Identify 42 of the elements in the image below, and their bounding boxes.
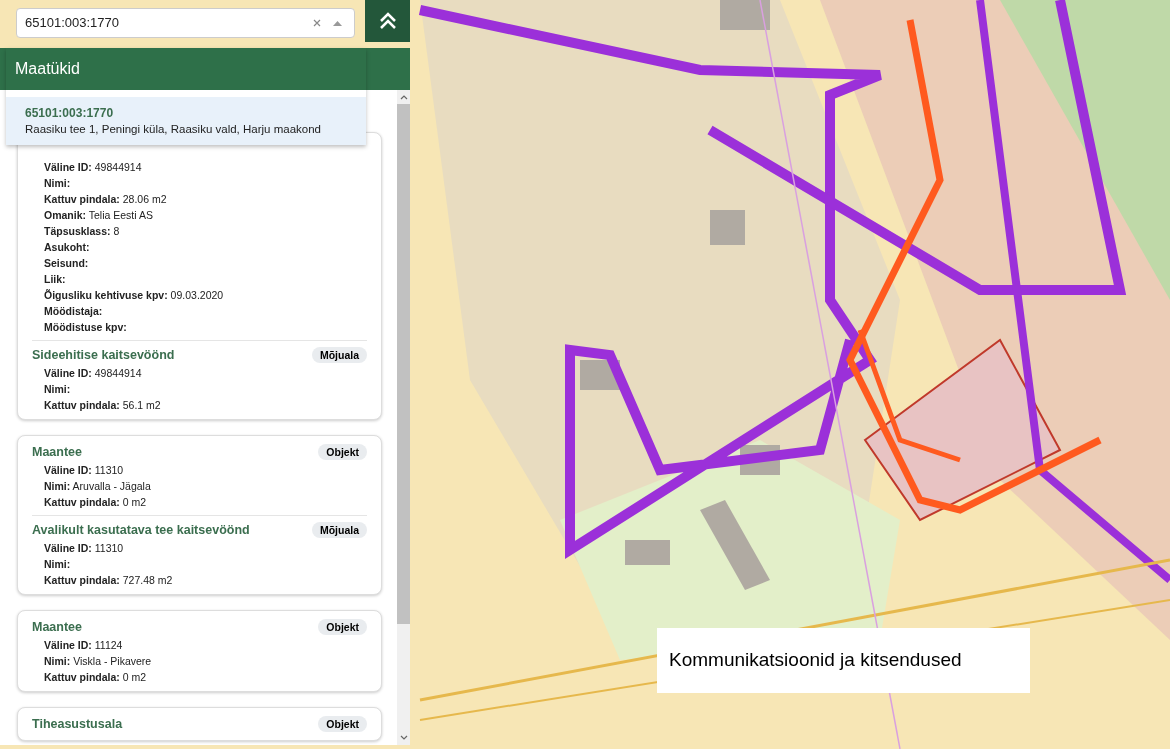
field-text: Väline ID: 11310 [43, 463, 125, 478]
field-text: Omanik: Telia Eesti AS [43, 208, 154, 223]
section-title: Tiheasustusala [32, 716, 123, 733]
field-text: Kattuv pindala: 0 m2 [43, 495, 148, 510]
type-tag: Objekt [318, 619, 367, 635]
field-text: Kattuv pindala: 0 m2 [43, 670, 148, 685]
type-tag: Objekt [318, 444, 367, 460]
field-text: Täpsusklass: 8 [43, 224, 121, 239]
type-tag: Objekt [318, 716, 367, 732]
type-tag: Mõjuala [311, 347, 367, 363]
field-text: Nimi: [43, 382, 72, 397]
field-text: Nimi: Aruvalla - Jägala [43, 479, 152, 494]
field-text: Väline ID: 11310 [43, 541, 125, 556]
close-icon[interactable] [313, 19, 321, 27]
field-text: Seisund: [43, 256, 90, 271]
field-text: Nimi: Viskla - Pikavere [43, 654, 153, 669]
section-title: Maantee [32, 619, 83, 636]
section-title: Sideehitise kaitsevöönd [32, 347, 175, 364]
field-text: Möödistaja: [43, 304, 104, 319]
section-title: Avalikult kasutatava tee kaitsevöönd [32, 522, 250, 539]
caption-text: Kommunikatsioonid ja kitsendused [669, 648, 962, 673]
field-text: Väline ID: 49844914 [43, 366, 143, 381]
field-text: Kattuv pindala: 727.48 m2 [43, 573, 174, 588]
field-text: Nimi: [43, 176, 72, 191]
field-text: Õigusliku kehtivuse kpv: 09.03.2020 [43, 288, 225, 303]
field-text: Kattuv pindala: 56.1 m2 [43, 398, 162, 413]
dropdown-header: Maatükid [15, 59, 80, 79]
field-text: Väline ID: 11124 [43, 638, 124, 653]
section-title: Maantee [32, 444, 83, 461]
search-result[interactable]: 65101:003:1770 Raasiku tee 1, Peningi küla, Raasiku vald, Harju maakond [6, 97, 366, 145]
search-field[interactable]: 65101:003:1770 [16, 8, 355, 38]
field-text: Kattuv pindala: 28.06 m2 [43, 192, 168, 207]
field-text: Nimi: [43, 557, 72, 572]
collapse-button[interactable] [365, 0, 410, 42]
field-text: Väline ID: 49844914 [43, 160, 143, 175]
field-text: Liik: [43, 272, 67, 287]
type-tag: Mõjuala [311, 522, 367, 538]
field-text: Möödistuse kpv: [43, 320, 128, 335]
field-text: Asukoht: [43, 240, 91, 255]
caret-up-icon[interactable] [333, 20, 342, 26]
search-value: 65101:003:1770 [25, 14, 119, 33]
chevrons-up-icon [378, 12, 397, 30]
